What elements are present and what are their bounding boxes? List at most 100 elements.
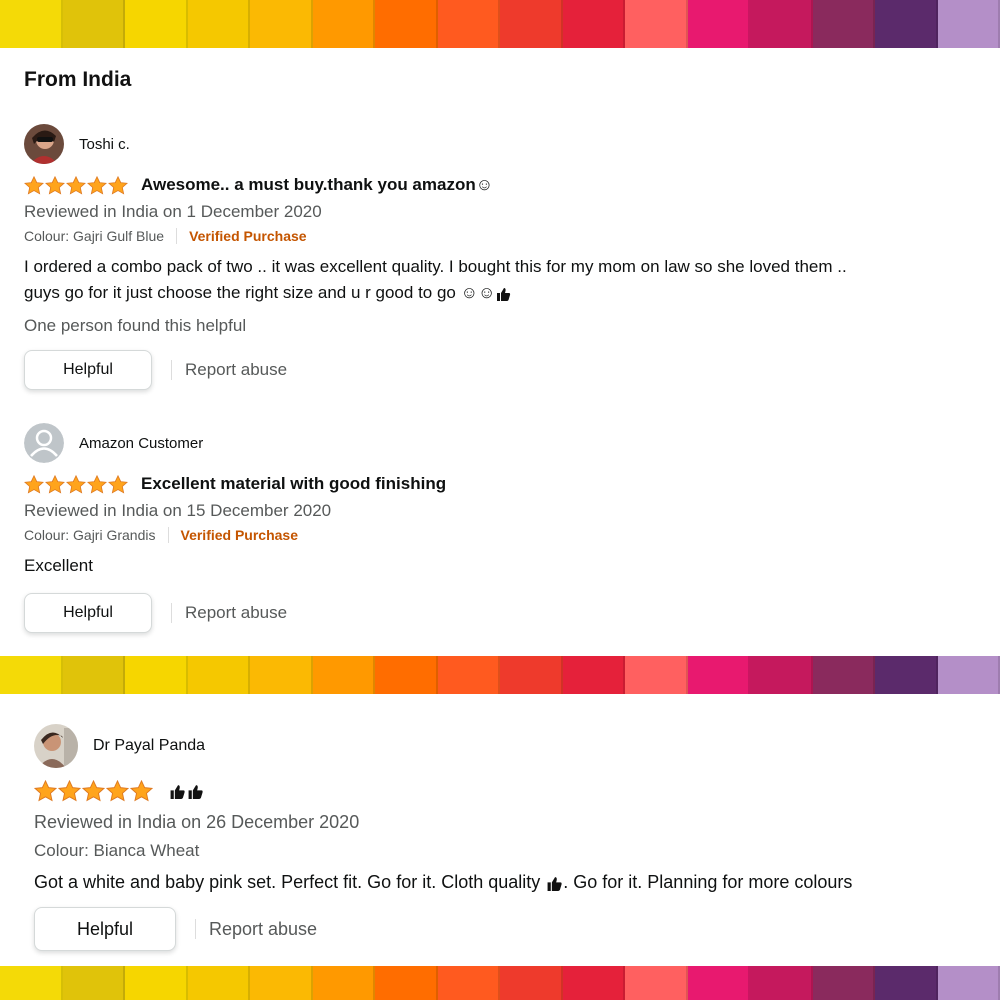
stripe-swatch bbox=[250, 0, 313, 48]
review-meta: Colour: Gajri Gulf Blue Verified Purchas… bbox=[24, 228, 980, 244]
stripe-swatch bbox=[437, 0, 500, 48]
stripe-swatch bbox=[62, 966, 125, 1000]
product-variant-link[interactable]: Colour: Gajri Gulf Blue bbox=[24, 228, 164, 244]
star-icon bbox=[87, 175, 107, 194]
review-body: Got a white and baby pink set. Perfect f… bbox=[34, 869, 980, 895]
star-icon bbox=[66, 474, 86, 493]
stripe-swatch bbox=[812, 656, 875, 694]
stripe-swatch bbox=[750, 0, 813, 48]
stripe-swatch bbox=[62, 656, 125, 694]
divider bbox=[176, 228, 178, 244]
star-icon bbox=[82, 780, 105, 802]
stripe-swatch bbox=[687, 966, 750, 1000]
star-icon bbox=[24, 175, 44, 194]
thumbs-up-icon bbox=[186, 784, 204, 799]
user-photo-avatar bbox=[24, 124, 64, 164]
review-item: Dr Payal Panda Reviewed in India on 26 D… bbox=[34, 724, 980, 951]
review-item: Toshi c. Awesome.. a must buy.thank you … bbox=[24, 124, 980, 390]
stripe-swatch bbox=[187, 656, 250, 694]
stripe-swatch bbox=[500, 656, 563, 694]
stripe-swatch bbox=[562, 966, 625, 1000]
star-icon bbox=[66, 175, 86, 194]
report-abuse-link[interactable]: Report abuse bbox=[185, 603, 287, 623]
product-variant-link[interactable]: Colour: Bianca Wheat bbox=[34, 841, 199, 861]
stripe-swatch bbox=[937, 656, 1000, 694]
star-rating[interactable] bbox=[34, 780, 154, 802]
helpful-button[interactable]: Helpful bbox=[34, 907, 176, 951]
stripe-swatch bbox=[187, 0, 250, 48]
star-icon bbox=[34, 780, 57, 802]
reviewer-profile[interactable]: Amazon Customer bbox=[24, 423, 980, 463]
rating-row: Excellent material with good finishing bbox=[24, 473, 980, 495]
stripe-swatch bbox=[812, 966, 875, 1000]
stripe-swatch bbox=[125, 0, 188, 48]
stripe-swatch bbox=[687, 0, 750, 48]
review-title-link[interactable]: Excellent material with good finishing bbox=[141, 474, 446, 494]
stripe-swatch bbox=[375, 656, 438, 694]
stripe-swatch bbox=[750, 656, 813, 694]
thumbs-up-icon bbox=[168, 784, 186, 799]
rating-row: Awesome.. a must buy.thank you amazon☺ bbox=[24, 174, 980, 196]
product-variant-link[interactable]: Colour: Gajri Grandis bbox=[24, 527, 156, 543]
verified-purchase-badge: Verified Purchase bbox=[189, 228, 307, 244]
review-title-link[interactable] bbox=[168, 781, 204, 801]
reviews-panel: Dr Payal Panda Reviewed in India on 26 D… bbox=[0, 694, 1000, 966]
stripe-swatch bbox=[250, 966, 313, 1000]
stripe-swatch bbox=[437, 656, 500, 694]
rating-row bbox=[34, 778, 980, 804]
stripe-swatch bbox=[625, 966, 688, 1000]
stripe-swatch bbox=[0, 656, 63, 694]
stripe-swatch bbox=[125, 966, 188, 1000]
review-body-line: I ordered a combo pack of two .. it was … bbox=[24, 257, 847, 276]
stripe-swatch bbox=[562, 656, 625, 694]
stripe-swatch bbox=[250, 656, 313, 694]
reviewer-name: Dr Payal Panda bbox=[93, 737, 206, 754]
stripe-swatch bbox=[375, 0, 438, 48]
reviewer-profile[interactable]: Dr Payal Panda bbox=[34, 724, 980, 768]
stripe-swatch bbox=[625, 656, 688, 694]
report-abuse-link[interactable]: Report abuse bbox=[209, 919, 317, 940]
star-icon bbox=[108, 175, 128, 194]
decorative-color-stripe-middle bbox=[0, 656, 1000, 694]
review-body: Excellent bbox=[24, 556, 93, 575]
review-meta: Colour: Gajri Grandis Verified Purchase bbox=[24, 527, 980, 543]
reviewer-name: Toshi c. bbox=[79, 135, 130, 153]
section-title: From India bbox=[24, 68, 132, 91]
stripe-swatch bbox=[62, 0, 125, 48]
user-photo-avatar bbox=[34, 724, 78, 768]
reviewer-profile[interactable]: Toshi c. bbox=[24, 124, 980, 164]
review-meta: Colour: Bianca Wheat bbox=[34, 841, 980, 861]
review-body-line: guys go for it just choose the right siz… bbox=[24, 280, 980, 306]
decorative-color-stripe-bottom bbox=[0, 966, 1000, 1000]
review-title-link[interactable]: Awesome.. a must buy.thank you amazon☺ bbox=[141, 175, 493, 195]
star-icon bbox=[106, 780, 129, 802]
default-user-avatar-icon bbox=[24, 423, 64, 463]
verified-purchase-badge: Verified Purchase bbox=[180, 527, 299, 543]
stripe-swatch bbox=[625, 0, 688, 48]
stripe-swatch bbox=[312, 656, 375, 694]
review-date: Reviewed in India on 1 December 2020 bbox=[24, 202, 322, 221]
reviews-panel: From India Toshi c. Awesome.. a must buy… bbox=[0, 48, 1000, 656]
stripe-swatch bbox=[312, 966, 375, 1000]
star-icon bbox=[24, 474, 44, 493]
stripe-swatch bbox=[562, 0, 625, 48]
stripe-swatch bbox=[0, 966, 63, 1000]
divider bbox=[167, 527, 169, 543]
report-abuse-link[interactable]: Report abuse bbox=[185, 360, 287, 380]
helpful-button[interactable]: Helpful bbox=[24, 593, 152, 633]
helpful-count: One person found this helpful bbox=[24, 316, 247, 335]
helpful-button[interactable]: Helpful bbox=[24, 350, 152, 390]
stripe-swatch bbox=[750, 966, 813, 1000]
stripe-swatch bbox=[375, 966, 438, 1000]
review-body-text: Got a white and baby pink set. Perfect f… bbox=[34, 872, 546, 892]
reviewer-name: Amazon Customer bbox=[79, 434, 204, 452]
star-icon bbox=[108, 474, 128, 493]
review-body: I ordered a combo pack of two .. it was … bbox=[24, 254, 980, 306]
divider bbox=[171, 603, 172, 623]
stripe-swatch bbox=[437, 966, 500, 1000]
stripe-swatch bbox=[500, 966, 563, 1000]
review-actions: Helpful Report abuse bbox=[24, 350, 980, 390]
star-rating[interactable] bbox=[24, 175, 129, 195]
stripe-swatch bbox=[187, 966, 250, 1000]
star-rating[interactable] bbox=[24, 474, 129, 494]
